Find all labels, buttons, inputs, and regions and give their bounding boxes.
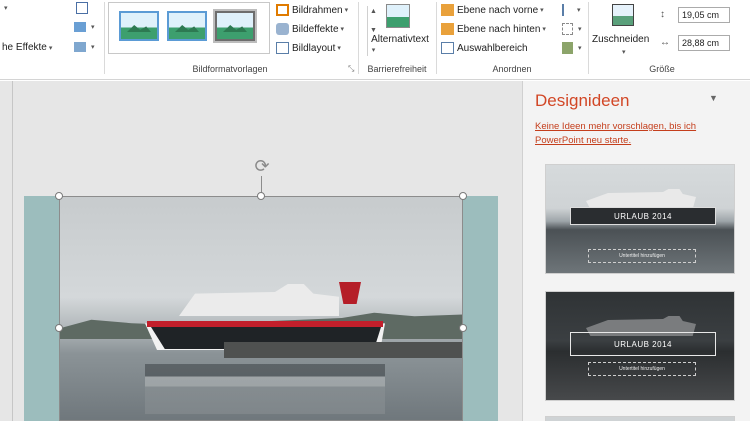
- picture-effects-label: he Effekte: [2, 42, 47, 53]
- crop-icon: [612, 4, 634, 26]
- group-label-arrange: Anordnen: [492, 64, 532, 74]
- height-field[interactable]: 19,05 cm: [678, 7, 730, 23]
- photo-ship-superstructure: [179, 284, 339, 316]
- align-button[interactable]: ▾: [562, 4, 581, 16]
- alt-text-label: Alternativtext: [371, 34, 429, 45]
- picture-layout-button[interactable]: Bildlayout ▾: [276, 42, 341, 54]
- picture-border-label: Bildrahmen: [292, 4, 343, 16]
- card-title: URLAUB 2014: [570, 207, 716, 225]
- photo-reflection: [145, 364, 385, 414]
- ribbon-left-dropdown[interactable]: ▾: [2, 4, 8, 12]
- bring-forward-icon: [441, 4, 454, 16]
- thumbnail-pane-edge: [12, 81, 13, 421]
- width-field[interactable]: 28,88 cm: [678, 35, 730, 51]
- photo-ship-stripe: [147, 321, 383, 327]
- reset-picture-icon: [74, 42, 86, 52]
- pane-options-icon[interactable]: ▼: [709, 93, 718, 103]
- group-label-picture-styles: Bildformatvorlagen: [192, 64, 268, 74]
- compress-icon: [76, 2, 88, 14]
- card-title: URLAUB 2014: [570, 332, 716, 356]
- card-subtitle-placeholder: Untertitel hinzufügen: [588, 362, 696, 376]
- resize-handle-top[interactable]: [257, 192, 265, 200]
- group-label-size: Größe: [649, 64, 675, 74]
- rotate-handle-icon[interactable]: ⟳: [252, 156, 272, 176]
- group-icon: [562, 23, 573, 35]
- card-ship-image: [586, 189, 696, 209]
- picture-effects-button[interactable]: he Effekte ▾: [2, 42, 52, 53]
- align-icon: [562, 4, 572, 16]
- stop-suggestions-link[interactable]: Keine Ideen mehr vorschlagen, bis ich Po…: [535, 120, 725, 148]
- picture-style-thumb-selected[interactable]: [213, 9, 257, 43]
- selection-pane-button[interactable]: Auswahlbereich: [441, 42, 528, 54]
- change-picture-icon: [74, 22, 86, 32]
- picture-effects2-button[interactable]: Bildeffekte ▾: [276, 23, 344, 35]
- bring-forward-button[interactable]: Ebene nach vorne ▾: [441, 4, 544, 16]
- picture-layout-icon: [276, 42, 289, 54]
- alt-text-button[interactable]: Alternativtext: [362, 4, 438, 52]
- send-backward-label: Ebene nach hinten: [457, 23, 541, 35]
- compress-pictures-button[interactable]: [76, 2, 91, 14]
- rotate-button[interactable]: ▾: [562, 42, 582, 54]
- picture-effects-icon: [276, 23, 289, 35]
- design-ideas-pane: Designideen ▼ Keine Ideen mehr vorschlag…: [522, 81, 750, 421]
- pane-title: Designideen: [535, 91, 630, 110]
- alt-text-icon: [386, 4, 410, 28]
- group-label-accessibility: Barrierefreiheit: [367, 64, 427, 74]
- card-subtitle-placeholder: Untertitel hinzufügen: [588, 249, 696, 263]
- design-idea-card[interactable]: URLAUB 2014 Untertitel hinzufügen: [545, 164, 735, 274]
- resize-handle-right[interactable]: [459, 324, 467, 332]
- picture-style-thumb[interactable]: [119, 11, 159, 41]
- separator: [358, 2, 359, 74]
- dialog-launcher-icon[interactable]: ⤡: [348, 64, 354, 74]
- ribbon: ▾ he Effekte ▾ ▾ ▾ ▲ ▼ ▾ Bildrahmen ▾ Bild…: [0, 0, 750, 80]
- selection-pane-icon: [441, 42, 454, 54]
- change-picture-button[interactable]: ▾: [74, 22, 95, 32]
- send-backward-icon: [441, 23, 454, 35]
- design-idea-card[interactable]: [545, 416, 735, 421]
- selection-pane-label: Auswahlbereich: [457, 42, 528, 54]
- picture-style-thumb[interactable]: [167, 11, 207, 41]
- group-objects-button[interactable]: ▾: [562, 23, 582, 35]
- picture-styles-gallery[interactable]: ▲ ▼ ▾: [108, 2, 377, 56]
- design-idea-card[interactable]: URLAUB 2014 Untertitel hinzufügen: [545, 291, 735, 401]
- separator: [588, 2, 589, 74]
- photo-pier: [224, 342, 463, 358]
- resize-handle-left[interactable]: [55, 324, 63, 332]
- ship-photo[interactable]: [59, 196, 463, 421]
- separator: [104, 2, 105, 74]
- send-backward-button[interactable]: Ebene nach hinten ▾: [441, 23, 546, 35]
- picture-border-icon: [276, 4, 289, 16]
- separator: [436, 2, 437, 74]
- picture-effects2-label: Bildeffekte: [292, 23, 339, 35]
- crop-dropdown-icon[interactable]: ▾: [622, 48, 626, 56]
- crop-label: Zuschneiden: [592, 34, 650, 45]
- picture-layout-label: Bildlayout: [292, 42, 336, 54]
- picture-border-button[interactable]: Bildrahmen ▾: [276, 4, 348, 16]
- width-icon: ↔: [660, 37, 670, 48]
- resize-handle-top-left[interactable]: [55, 192, 63, 200]
- photo-ship-funnel: [339, 282, 361, 304]
- resize-handle-top-right[interactable]: [459, 192, 467, 200]
- reset-picture-button[interactable]: ▾: [74, 42, 95, 52]
- rotate-icon: [562, 42, 573, 54]
- crop-button[interactable]: Zuschneiden ▾: [592, 4, 656, 60]
- bring-forward-label: Ebene nach vorne: [457, 4, 539, 16]
- height-icon: ↕: [660, 9, 665, 20]
